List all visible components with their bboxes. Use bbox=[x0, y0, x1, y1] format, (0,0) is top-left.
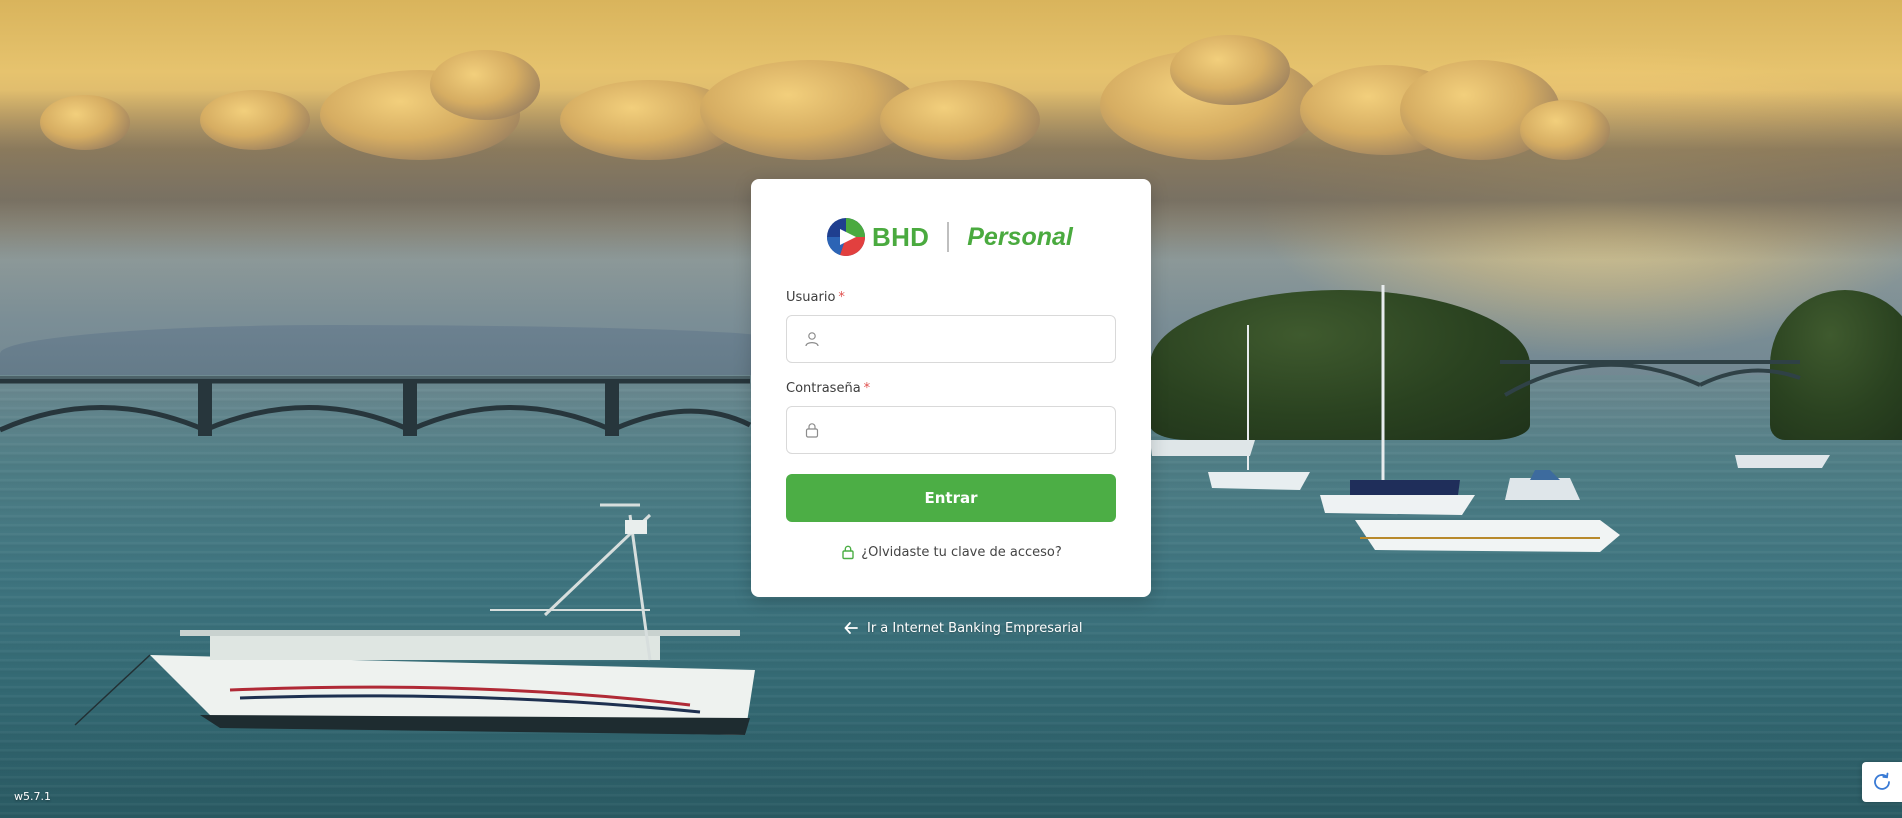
brand-logo: BHD Personal bbox=[826, 215, 1096, 259]
logo-divider bbox=[947, 222, 950, 252]
brand-name: BHD bbox=[872, 221, 930, 252]
arrow-left-icon bbox=[843, 620, 859, 636]
fishing-boat bbox=[74, 503, 755, 735]
password-input[interactable] bbox=[832, 407, 1115, 453]
forgot-password-link[interactable]: ¿Olvidaste tu clave de acceso? bbox=[751, 544, 1151, 560]
password-field[interactable] bbox=[786, 406, 1116, 454]
password-label-text: Contraseña bbox=[786, 381, 861, 396]
bhd-logo-icon bbox=[827, 218, 865, 256]
business-banking-text: Ir a Internet Banking Empresarial bbox=[867, 620, 1083, 636]
login-button[interactable]: Entrar bbox=[786, 474, 1116, 522]
lock-icon bbox=[840, 544, 856, 560]
required-marker: * bbox=[838, 290, 845, 305]
username-field[interactable] bbox=[786, 315, 1116, 363]
username-input[interactable] bbox=[832, 316, 1115, 362]
lock-icon bbox=[802, 420, 822, 440]
username-label: Usuario * bbox=[786, 290, 845, 305]
version-label: w5.7.1 bbox=[14, 790, 51, 803]
password-label: Contraseña * bbox=[786, 381, 870, 396]
refresh-icon bbox=[1874, 772, 1890, 790]
login-card: BHD Personal Usuario * Contraseña * Entrar bbox=[751, 179, 1151, 597]
refresh-button[interactable] bbox=[1862, 762, 1902, 802]
right-bridge bbox=[1500, 360, 1801, 397]
business-banking-link[interactable]: Ir a Internet Banking Empresarial bbox=[843, 620, 1083, 636]
sailboats bbox=[1150, 285, 1830, 515]
required-marker: * bbox=[863, 381, 871, 396]
forgot-password-text: ¿Olvidaste tu clave de acceso? bbox=[861, 544, 1062, 560]
left-bridge-piers bbox=[198, 381, 619, 436]
user-icon bbox=[802, 329, 822, 349]
username-label-text: Usuario bbox=[786, 290, 836, 305]
left-bridge bbox=[0, 378, 752, 433]
product-name: Personal bbox=[967, 222, 1073, 251]
